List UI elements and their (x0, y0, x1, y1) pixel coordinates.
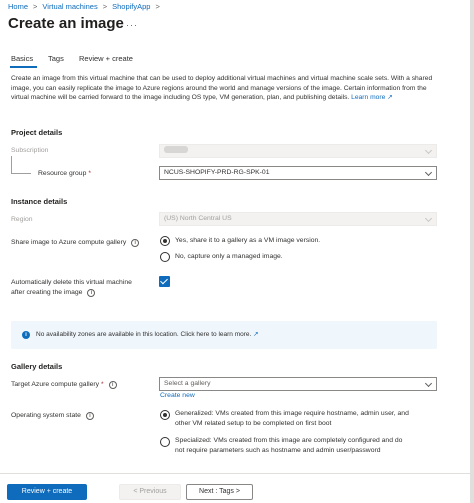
create-new-link[interactable]: Create new (160, 392, 195, 399)
region-label: Region (11, 216, 33, 223)
os-generalized-label: Generalized: VMs created from this image… (175, 410, 409, 427)
share-gallery-label: Share image to Azure compute gallery i (11, 239, 140, 247)
instance-details-heading: Instance details (11, 197, 68, 206)
breadcrumb: Home > Virtual machines > ShopifyApp > (8, 2, 165, 11)
page-title: Create an image (8, 15, 124, 32)
tree-connector-vertical (11, 156, 12, 173)
target-gallery-dropdown[interactable]: Select a gallery (159, 377, 437, 391)
chevron-down-icon (424, 146, 433, 155)
active-tab-indicator (10, 66, 37, 68)
info-icon: i (22, 331, 30, 339)
scrollbar-track[interactable] (470, 0, 474, 503)
tab-review-create[interactable]: Review + create (79, 54, 133, 63)
os-generalized-radio[interactable] (160, 410, 170, 420)
more-options-icon[interactable]: ··· (126, 20, 138, 30)
chevron-down-icon (424, 379, 433, 388)
info-icon[interactable]: i (85, 412, 94, 420)
footer-divider (0, 473, 470, 474)
chevron-down-icon (424, 214, 433, 223)
region-value: (US) North Central US (164, 215, 232, 222)
info-icon[interactable]: i (131, 239, 140, 247)
os-specialized-radio[interactable] (160, 437, 170, 447)
breadcrumb-separator: > (155, 2, 160, 11)
auto-delete-label-line1: Automatically delete this virtual machin… (11, 279, 132, 286)
previous-button[interactable]: < Previous (119, 484, 181, 500)
resource-group-dropdown[interactable]: NCUS-SHOPIFY-PRD-RG-SPK-01 (159, 166, 437, 180)
breadcrumb-separator: > (102, 2, 108, 11)
share-no-radio[interactable] (160, 252, 170, 262)
auto-delete-checkbox[interactable] (159, 276, 170, 287)
resource-group-label: Resource group * (38, 170, 92, 177)
share-yes-label: Yes, share it to a gallery as a VM image… (175, 237, 321, 244)
breadcrumb-shopifyapp[interactable]: ShopifyApp (112, 2, 150, 11)
region-dropdown[interactable]: (US) North Central US (159, 212, 437, 226)
learn-more-label: Learn more (351, 94, 386, 102)
target-gallery-label: Target Azure compute gallery * i (11, 381, 117, 389)
description: Create an image from this virtual machin… (11, 74, 441, 103)
review-create-button[interactable]: Review + create (7, 484, 87, 500)
breadcrumb-home[interactable]: Home (8, 2, 28, 11)
breadcrumb-separator: > (33, 2, 38, 11)
learn-more-link[interactable]: Learn more ↗ (351, 94, 393, 101)
breadcrumb-virtual-machines[interactable]: Virtual machines (42, 2, 97, 11)
auto-delete-label-line2: after creating the image i (11, 289, 96, 297)
tree-connector-horizontal (11, 173, 31, 174)
share-no-label: No, capture only a managed image. (175, 253, 283, 260)
subscription-label: Subscription (11, 147, 49, 154)
os-specialized-label: Specialized: VMs created from this image… (175, 437, 403, 454)
info-icon[interactable]: i (87, 289, 96, 297)
target-gallery-placeholder: Select a gallery (164, 380, 211, 387)
gallery-details-heading: Gallery details (11, 362, 63, 371)
subscription-value-redacted (164, 146, 188, 153)
availability-zone-banner[interactable]: i No availability zones are available in… (11, 321, 437, 349)
subscription-dropdown[interactable] (159, 144, 437, 158)
tab-basics[interactable]: Basics (11, 54, 33, 63)
tab-tags[interactable]: Tags (48, 54, 64, 63)
info-icon[interactable]: i (108, 381, 117, 389)
project-details-heading: Project details (11, 128, 63, 137)
external-link-icon: ↗ (387, 94, 393, 102)
resource-group-value: NCUS-SHOPIFY-PRD-RG-SPK-01 (164, 169, 270, 176)
chevron-down-icon (424, 168, 433, 177)
external-link-icon: ↗ (253, 331, 259, 338)
share-yes-radio[interactable] (160, 236, 170, 246)
banner-message: No availability zones are available in t… (36, 331, 259, 338)
os-state-label: Operating system state i (11, 412, 94, 420)
next-tags-button[interactable]: Next : Tags > (186, 484, 253, 500)
